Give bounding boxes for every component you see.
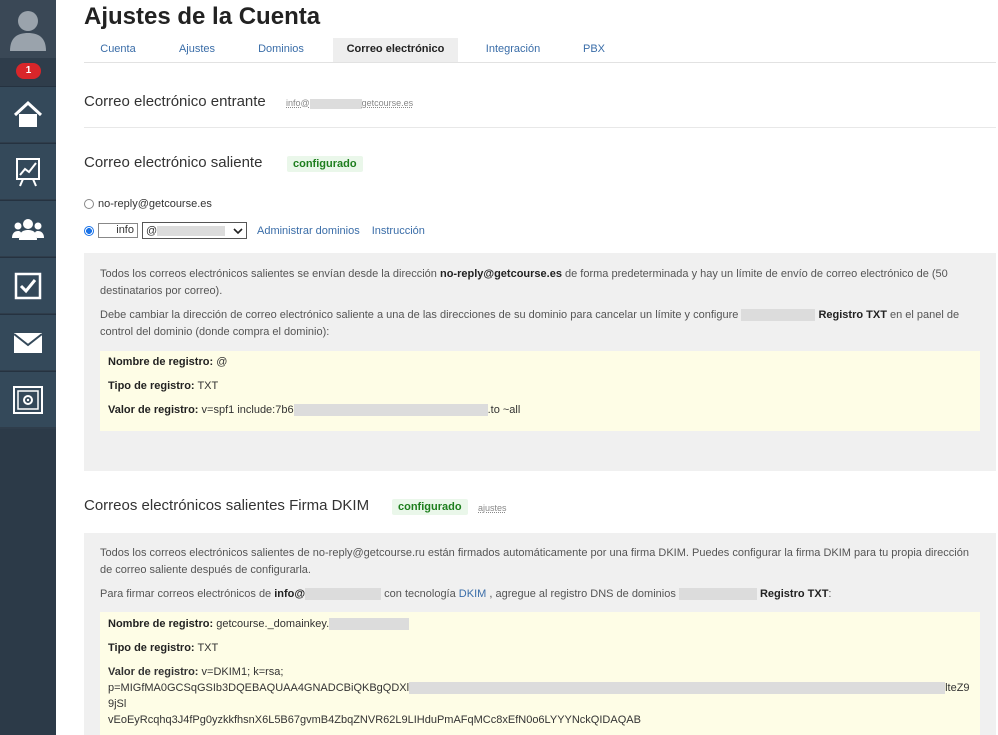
tab-correo-electronico[interactable]: Correo electrónico xyxy=(333,38,458,62)
value: getcourse._domainkey. xyxy=(216,618,330,630)
text-part: Todos los correos electrónicos salientes… xyxy=(100,268,440,280)
redacted-block xyxy=(309,98,362,109)
tab-integracion[interactable]: Integración xyxy=(474,38,552,62)
redacted-block xyxy=(741,309,816,322)
label: Valor de registro: xyxy=(108,404,199,416)
dkim-record-box: Nombre de registro: getcourse._domainkey… xyxy=(100,612,980,735)
outgoing-option-custom[interactable]: info @ Administrar dominios Instrucción xyxy=(84,222,437,239)
redacted-block xyxy=(157,225,226,236)
home-icon xyxy=(13,100,43,127)
incoming-address-suffix: getcourse.es xyxy=(361,98,414,108)
outgoing-domain-select-value: @ xyxy=(146,224,158,237)
mail-icon xyxy=(13,332,43,353)
radio-custom[interactable] xyxy=(84,225,94,236)
outgoing-email-title: Correo electrónico saliente xyxy=(84,154,263,171)
sidebar-item-users[interactable] xyxy=(0,200,56,256)
redacted-block xyxy=(305,588,382,601)
value: p=MIGfMA0GCSqGSIb3DQEBAQUAA4GNADCBiQKBgQ… xyxy=(108,682,410,694)
text-part: : xyxy=(828,588,832,600)
sidebar-item-messages[interactable] xyxy=(0,314,56,370)
redacted-block xyxy=(678,588,757,601)
dkim-title: Correos electrónicos salientes Firma DKI… xyxy=(84,497,370,514)
label: Valor de registro: xyxy=(108,666,199,678)
label: Tipo de registro: xyxy=(108,642,195,654)
chevron-down-icon xyxy=(233,227,243,234)
default-address-bold: no-reply@getcourse.es xyxy=(439,268,562,280)
dkim-status-badge: configurado xyxy=(392,499,468,515)
page-title: Ajustes de la Cuenta xyxy=(84,3,321,30)
sidebar-item-safe[interactable] xyxy=(0,371,56,427)
dkim-info-text-2: Para firmar correos electrónicos de info… xyxy=(100,586,980,603)
label: Tipo de registro: xyxy=(108,380,195,392)
spf-record-value-row: Valor de registro: v=spf1 include:7b6 .to… xyxy=(108,404,521,417)
sidebar-item-home[interactable] xyxy=(0,86,56,142)
sidebar: 1 xyxy=(0,0,56,735)
outgoing-domain-select[interactable]: @ xyxy=(142,222,247,239)
dkim-address-bold: info@ xyxy=(274,588,306,600)
radio-default[interactable] xyxy=(84,199,94,209)
dkim-record-name-row: Nombre de registro: getcourse._domainkey… xyxy=(108,618,410,631)
sidebar-item-tasks[interactable] xyxy=(0,257,56,313)
chart-board-icon xyxy=(16,157,40,186)
manage-domains-link[interactable]: Administrar dominios xyxy=(257,225,360,237)
text-part: Debe cambiar la dirección de correo elec… xyxy=(100,309,742,321)
value: TXT xyxy=(197,642,219,654)
dkim-record-type-row: Tipo de registro: TXT xyxy=(108,642,218,654)
redacted-block xyxy=(329,618,410,631)
outgoing-local-part-input[interactable]: info xyxy=(98,223,138,238)
dkim-info-text-1: Todos los correos electrónicos salientes… xyxy=(100,547,969,576)
text-part: , agregue al registro DNS de dominios xyxy=(486,588,679,600)
label: Nombre de registro: xyxy=(108,356,214,368)
tab-bar: Cuenta Ajustes Dominios Correo electróni… xyxy=(84,38,996,63)
incoming-email-title: Correo electrónico entrante xyxy=(84,93,266,110)
sidebar-item-statistics[interactable] xyxy=(0,143,56,199)
value: TXT xyxy=(197,380,219,392)
spf-record-name-row: Nombre de registro: @ xyxy=(108,356,227,368)
tab-pbx[interactable]: PBX xyxy=(571,38,617,62)
section-divider xyxy=(84,127,996,128)
dkim-record-value-row: Valor de registro: v=DKIM1; k=rsa; p=MIG… xyxy=(108,664,972,728)
spf-record-type-row: Tipo de registro: TXT xyxy=(108,380,218,392)
value: .to ~all xyxy=(487,404,521,416)
redacted-block xyxy=(409,682,946,695)
safe-icon xyxy=(13,385,43,414)
value: vEoEyRcqhq3J4fPg0yzkkfhsnX6L5B67gvmB4Zbq… xyxy=(108,714,641,726)
sidebar-empty-area xyxy=(0,429,56,735)
value: v=spf1 include:7b6 xyxy=(201,404,294,416)
txt-record-bold: Registro TXT xyxy=(759,588,829,600)
checkbox-icon xyxy=(14,272,42,299)
outgoing-option-default[interactable]: no-reply@getcourse.es xyxy=(84,198,212,210)
dkim-settings-link[interactable]: ajustes xyxy=(478,503,507,513)
text-part: con tecnología xyxy=(381,588,459,600)
outgoing-status-badge: configurado xyxy=(287,156,363,172)
text-part: Para firmar correos electrónicos de xyxy=(100,588,275,600)
tab-cuenta[interactable]: Cuenta xyxy=(84,38,152,62)
dkim-info-box: Todos los correos electrónicos salientes… xyxy=(84,533,996,735)
outgoing-info-box: Todos los correos electrónicos salientes… xyxy=(84,253,996,471)
value: v=DKIM1; k=rsa; xyxy=(201,666,284,678)
outgoing-info-text-2: Debe cambiar la dirección de correo elec… xyxy=(100,307,980,341)
redacted-block xyxy=(293,404,488,417)
incoming-email-address[interactable]: info@ getcourse.es xyxy=(286,98,413,109)
avatar[interactable] xyxy=(0,0,56,58)
incoming-address-prefix: info@ xyxy=(286,98,310,108)
value: @ xyxy=(216,356,228,368)
label: Nombre de registro: xyxy=(108,618,214,630)
users-group-icon xyxy=(12,218,44,240)
dkim-link[interactable]: DKIM xyxy=(459,588,487,600)
notification-badge[interactable]: 1 xyxy=(16,63,41,79)
tab-ajustes[interactable]: Ajustes xyxy=(164,38,230,62)
tab-dominios[interactable]: Dominios xyxy=(244,38,318,62)
instruction-link[interactable]: Instrucción xyxy=(372,225,425,237)
outgoing-info-text-1: Todos los correos electrónicos salientes… xyxy=(100,266,980,300)
user-avatar-icon xyxy=(10,11,46,51)
spf-record-box: Nombre de registro: @ Tipo de registro: … xyxy=(100,351,980,431)
outgoing-default-label: no-reply@getcourse.es xyxy=(98,198,212,210)
txt-record-bold: Registro TXT xyxy=(818,309,887,321)
